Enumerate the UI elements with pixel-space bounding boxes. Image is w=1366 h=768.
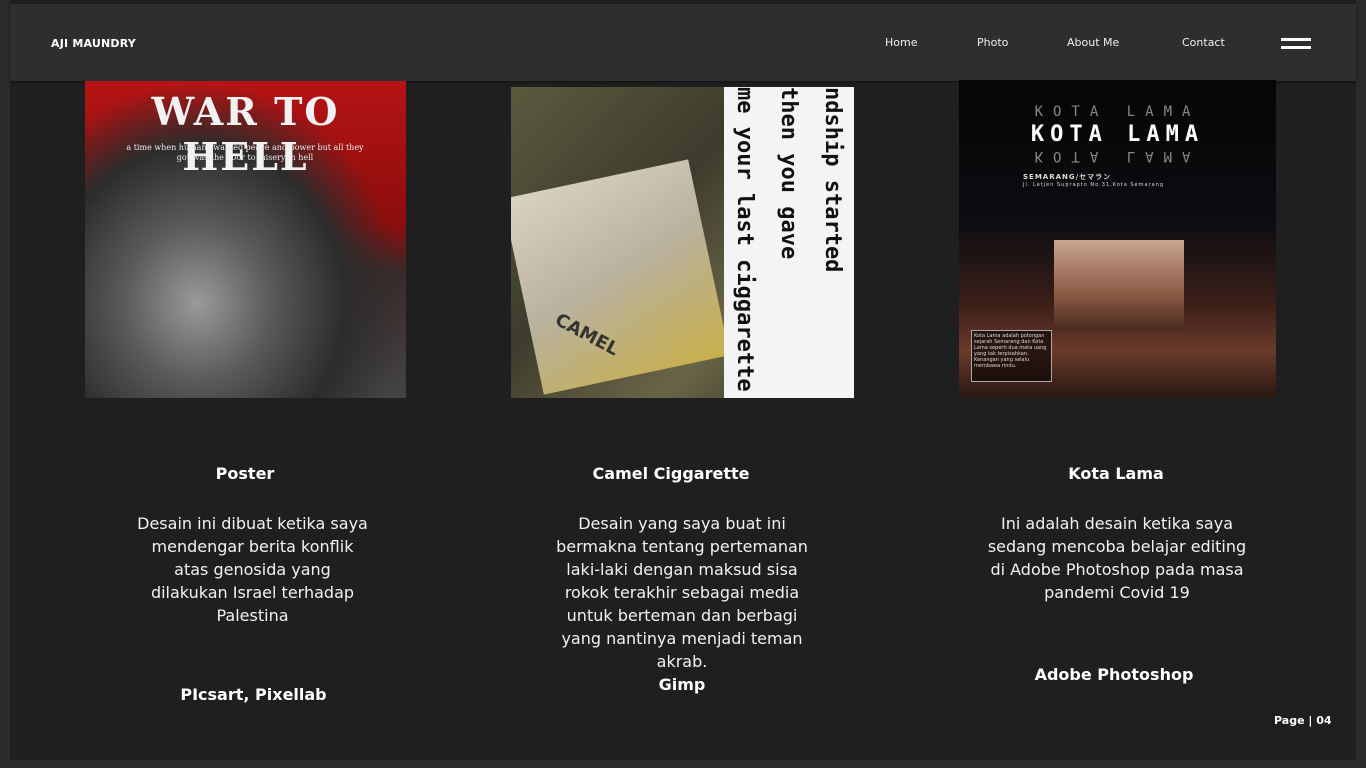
kota-lama-image: KOTA LAMA KOTA LAMA KOTA LAMA SEMARANG/セ… — [959, 80, 1276, 398]
menu-bar — [1281, 38, 1311, 41]
brand-logo[interactable]: AJI MAUNDRY — [51, 37, 136, 50]
camel-image: CAMEL me your last ciggarette then you g… — [511, 87, 854, 398]
poster-image-title: WAR TO HELL — [151, 89, 340, 179]
poster-image: WAR TO HELL a time when humans wanted pe… — [85, 81, 406, 398]
strip-text-1: me your last ciggarette — [732, 87, 757, 392]
menu-bar — [1281, 46, 1311, 49]
top-navbar: AJI MAUNDRY Home Photo About Me Contact — [10, 4, 1356, 81]
camel-pack: CAMEL — [511, 159, 730, 395]
kota-lama-city-name: SEMARANG/セマラン — [1023, 173, 1112, 181]
kota-lama-ghost-top: KOTA LAMA — [1034, 104, 1201, 120]
card-title-poster: Poster — [215, 464, 275, 483]
text-strip: me your last ciggarette then you gave nd… — [724, 87, 854, 398]
kota-lama-ghost-bottom: KOTA LAMA — [1034, 148, 1201, 164]
kota-lama-caption: Kota Lama adalah potongan sejarah Semara… — [971, 330, 1052, 382]
card-description-kota-lama: Ini adalah desain ketika saya sedang men… — [987, 514, 1247, 602]
strip-text-3: ndship started — [820, 87, 845, 273]
kota-lama-address: Jl. Letjen Suprapto No.31,Kota Semarang — [1023, 182, 1165, 188]
nav-home[interactable]: Home — [885, 36, 917, 49]
kota-lama-city: SEMARANG/セマラン Jl. Letjen Suprapto No.31,… — [1023, 172, 1164, 188]
strip-text-2: then you gave — [776, 87, 801, 260]
card-tool-camel: Gimp — [658, 675, 706, 694]
page-number: Page | 04 — [1274, 714, 1332, 727]
nav-photo[interactable]: Photo — [977, 36, 1008, 49]
card-tool-poster: PIcsart, Pixellab — [180, 685, 327, 704]
card-description-camel: Desain yang saya buat ini bermakna tenta… — [556, 514, 808, 671]
card-title-kota-lama: Kota Lama — [1068, 464, 1164, 483]
nav-contact[interactable]: Contact — [1182, 36, 1225, 49]
card-tool-kota-lama: Adobe Photoshop — [1034, 665, 1194, 684]
camel-pack-label: CAMEL — [551, 309, 623, 361]
hamburger-menu-icon[interactable] — [1281, 38, 1311, 50]
nav-about[interactable]: About Me — [1067, 36, 1119, 49]
building-photo — [1054, 240, 1184, 330]
card-title-camel: Camel Ciggarette — [592, 464, 750, 483]
kota-lama-image-title: KOTA LAMA — [1030, 122, 1205, 147]
card-description-poster: Desain ini dibuat ketika saya mendengar … — [137, 514, 368, 625]
poster-image-subtitle: a time when humans wanted peace and powe… — [126, 143, 364, 162]
